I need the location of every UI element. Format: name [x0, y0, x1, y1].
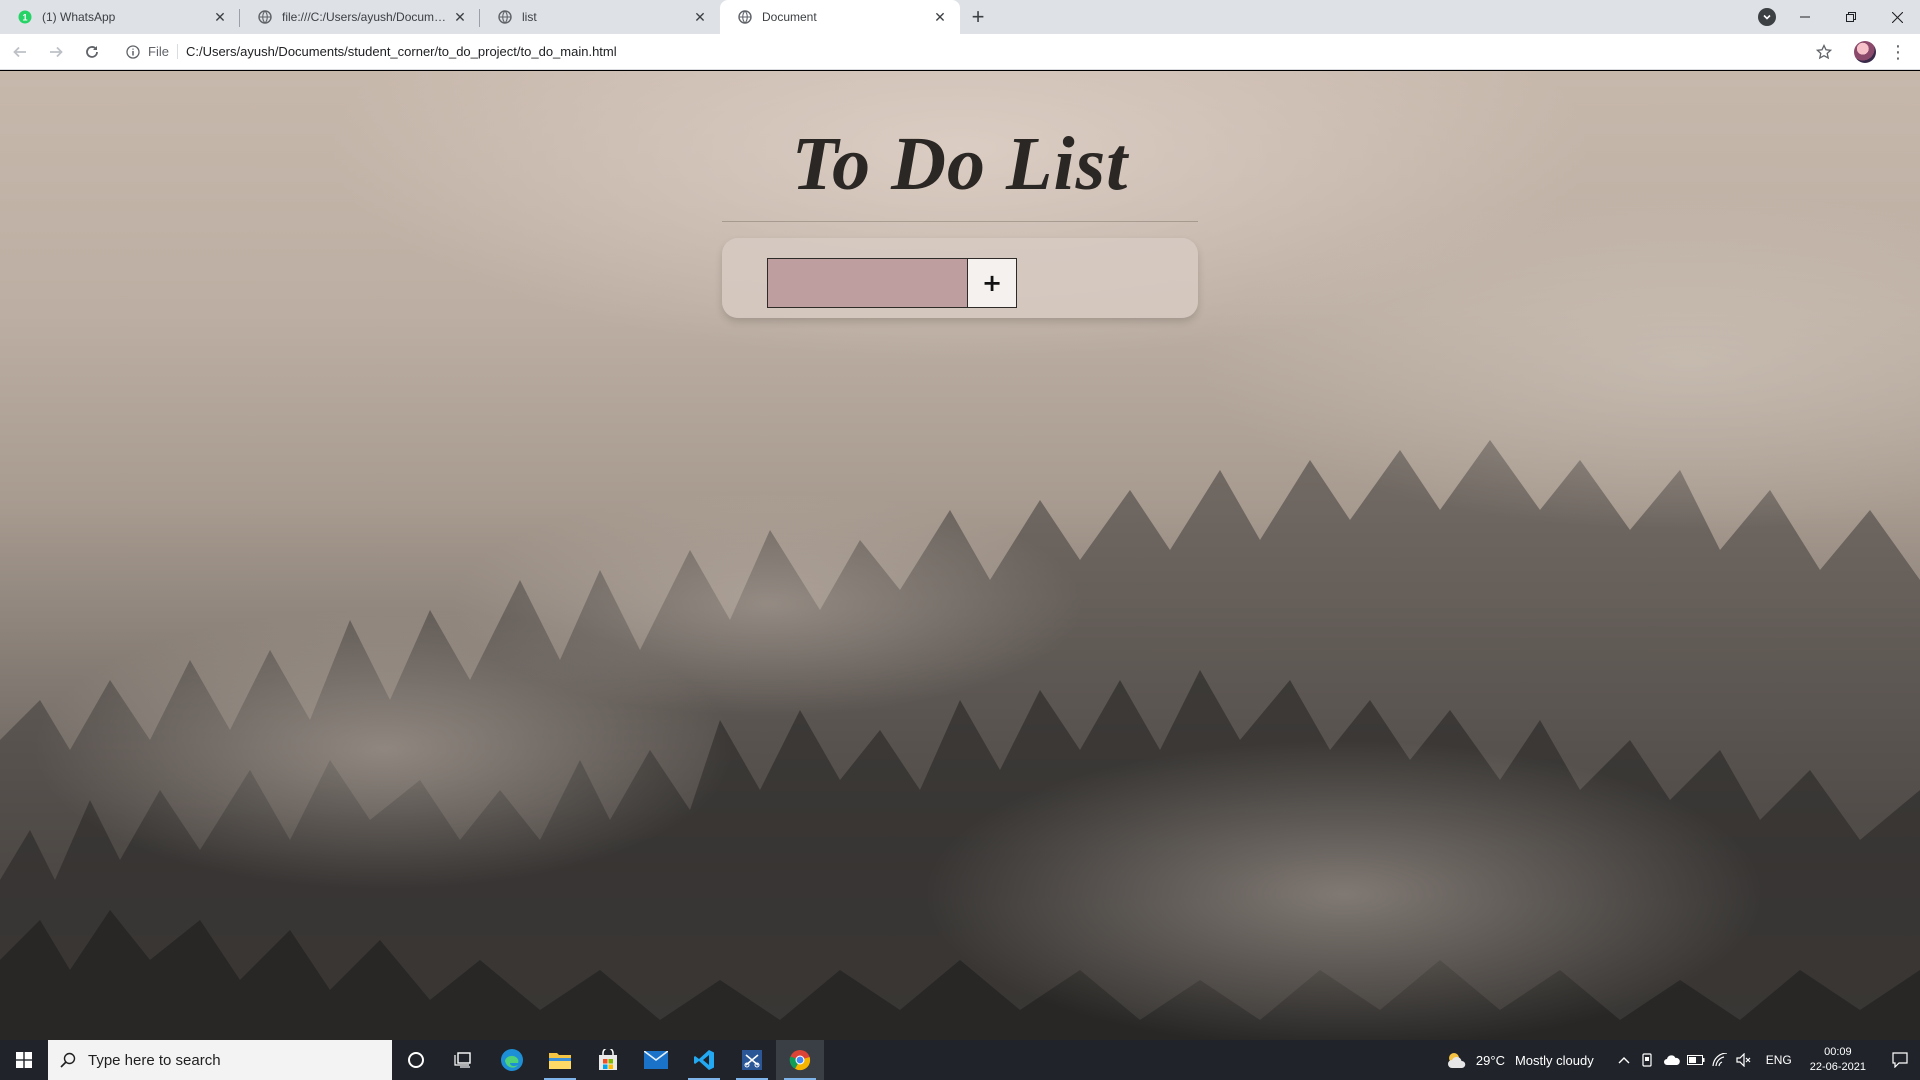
language-indicator[interactable]: ENG — [1766, 1053, 1792, 1067]
taskbar-search[interactable]: Type here to search — [48, 1040, 392, 1080]
tab-strip: 1 (1) WhatsApp ✕ file:///C:/Users/ayush/… — [0, 0, 1920, 34]
weather-condition: Mostly cloudy — [1514, 1052, 1594, 1068]
chrome-icon[interactable] — [776, 1040, 824, 1080]
snipping-tool-icon[interactable] — [728, 1040, 776, 1080]
back-arrow-icon[interactable] — [4, 36, 36, 68]
tab-close-icon[interactable]: ✕ — [452, 9, 468, 25]
address-bar[interactable]: File C:/Users/ayush/Documents/student_co… — [116, 38, 1812, 66]
chevron-up-icon[interactable] — [1612, 1040, 1636, 1080]
clock-date: 22-06-2021 — [1809, 1061, 1866, 1073]
edge-icon[interactable] — [488, 1040, 536, 1080]
taskbar: Type here to search 29°C Mostly cloudy E… — [0, 1040, 1920, 1080]
weather-widget[interactable]: 29°C Mostly cloudy — [1446, 1051, 1594, 1069]
add-task-button[interactable]: + — [967, 258, 1017, 308]
notification-icon[interactable] — [1880, 1040, 1920, 1080]
svg-text:1: 1 — [22, 13, 27, 23]
url-scheme: File — [148, 44, 178, 59]
weather-cloud-icon — [1447, 1053, 1466, 1068]
tab-title: (1) WhatsApp — [42, 10, 116, 24]
task-view-icon[interactable] — [440, 1040, 488, 1080]
new-tab-button[interactable]: + — [960, 0, 996, 34]
onedrive-icon[interactable] — [1660, 1040, 1684, 1080]
url-text[interactable]: C:/Users/ayush/Documents/student_corner/… — [186, 44, 617, 59]
minimize-icon[interactable] — [1782, 0, 1828, 34]
tab-search-icon[interactable] — [1758, 8, 1776, 26]
meet-now-icon[interactable] — [1636, 1040, 1660, 1080]
tab-title: file:///C:/Users/ayush/Documents/ — [282, 10, 452, 24]
tab-close-icon[interactable]: ✕ — [692, 9, 708, 25]
todo-input[interactable] — [767, 258, 969, 308]
forward-arrow-icon[interactable] — [40, 36, 72, 68]
tab-file[interactable]: file:///C:/Users/ayush/Documents/ ✕ — [240, 0, 480, 34]
system-tray: 29°C Mostly cloudy ENG 00:09 22-06-2021 — [1446, 1040, 1920, 1080]
title-divider — [722, 221, 1198, 222]
bookmark-star-icon[interactable] — [1812, 40, 1836, 64]
menu-kebab-icon[interactable]: ⋮ — [1886, 40, 1910, 64]
restore-icon[interactable] — [1828, 0, 1874, 34]
clock-time: 00:09 — [1824, 1046, 1852, 1058]
vscode-icon[interactable] — [680, 1040, 728, 1080]
tab-whatsapp[interactable]: 1 (1) WhatsApp ✕ — [0, 0, 240, 34]
mail-icon[interactable] — [632, 1040, 680, 1080]
reload-icon[interactable] — [76, 36, 108, 68]
info-icon[interactable] — [124, 43, 142, 61]
browser-toolbar: File C:/Users/ayush/Documents/student_co… — [0, 34, 1920, 70]
clock[interactable]: 00:09 22-06-2021 — [1810, 1045, 1866, 1075]
close-window-icon[interactable] — [1874, 0, 1920, 34]
window-controls — [1782, 0, 1920, 34]
globe-icon — [498, 10, 512, 24]
tab-title: Document — [762, 10, 817, 24]
search-placeholder: Type here to search — [88, 1051, 221, 1069]
battery-icon[interactable] — [1684, 1040, 1708, 1080]
tab-title: list — [522, 10, 537, 24]
todo-card: + — [722, 238, 1198, 318]
weather-temp: 29°C — [1475, 1052, 1505, 1068]
volume-muted-icon[interactable] — [1732, 1040, 1756, 1080]
page-title: To Do List — [791, 122, 1129, 206]
wifi-icon[interactable] — [1708, 1040, 1732, 1080]
windows-start-icon[interactable] — [0, 1040, 48, 1080]
store-icon[interactable] — [584, 1040, 632, 1080]
globe-icon — [738, 10, 752, 24]
globe-icon — [258, 10, 272, 24]
page-viewport: To Do List + — [0, 71, 1920, 1040]
tab-list[interactable]: list ✕ — [480, 0, 720, 34]
whatsapp-icon: 1 — [18, 10, 32, 24]
tab-close-icon[interactable]: ✕ — [212, 9, 228, 25]
forest-background — [0, 440, 1920, 1040]
tab-document[interactable]: Document ✕ — [720, 0, 960, 34]
profile-avatar[interactable] — [1854, 41, 1876, 63]
cortana-icon[interactable] — [392, 1040, 440, 1080]
search-icon — [60, 1052, 76, 1068]
file-explorer-icon[interactable] — [536, 1040, 584, 1080]
tab-close-icon[interactable]: ✕ — [932, 9, 948, 25]
